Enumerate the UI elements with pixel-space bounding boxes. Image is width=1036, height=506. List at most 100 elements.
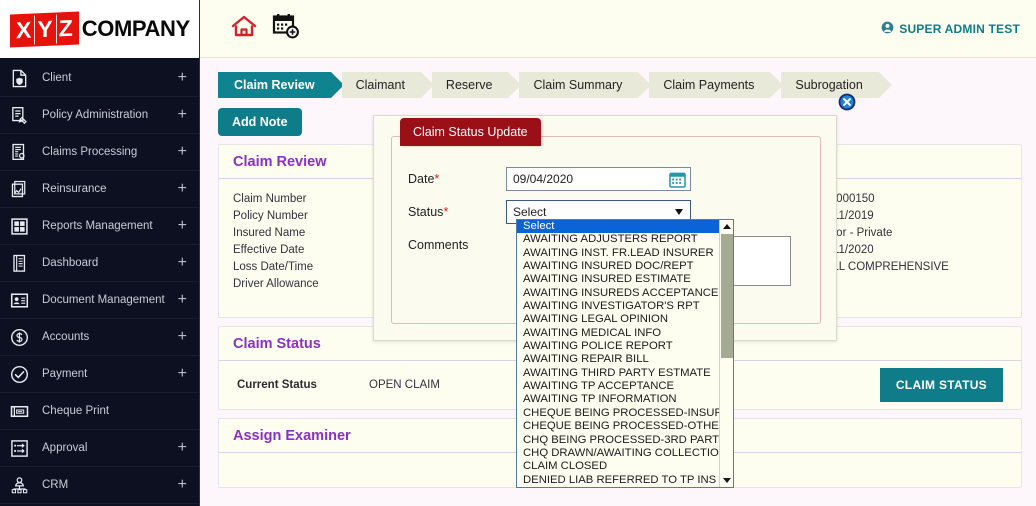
date-label: Date* [408, 172, 506, 186]
user-circle-icon [881, 21, 894, 37]
status-option[interactable]: AWAITING INVESTIGATOR'S RPT [517, 300, 721, 313]
sidebar-item-expand-icon[interactable]: + [178, 477, 187, 493]
crm-person-icon [8, 474, 30, 496]
modal-legend-title: Claim Status Update [400, 118, 541, 146]
sidebar-item-label: Cheque Print [42, 405, 110, 417]
scroll-down-arrow-icon[interactable] [720, 474, 733, 487]
sidebar-item-document-management[interactable]: Document Management + [0, 282, 199, 319]
status-option[interactable]: DENIED LIAB REFERRED TO TP INS [517, 474, 721, 487]
sidebar-item-label: Reinsurance [42, 183, 107, 195]
sidebar-item-expand-icon[interactable]: + [178, 366, 187, 382]
status-option[interactable]: AWAITING INSURED DOC/REPT [517, 260, 721, 273]
date-input[interactable] [507, 168, 659, 190]
status-option[interactable]: CHEQUE BEING PROCESSED-INSURED [517, 407, 733, 420]
status-option[interactable]: AWAITING THIRD PARTY ESTMATE [517, 367, 721, 380]
sidebar-item-expand-icon[interactable]: + [178, 292, 187, 308]
tab-claim-review[interactable]: Claim Review [218, 72, 344, 98]
status-option[interactable]: AWAITING INSUREDS ACCEPTANCE [517, 287, 721, 300]
user-account-menu[interactable]: SUPER ADMIN TEST [881, 21, 1020, 37]
sidebar-item-expand-icon[interactable]: + [178, 107, 187, 123]
status-option[interactable]: CHQ BEING PROCESSED-3RD PARTY [517, 434, 727, 447]
claim-review-value: 100000150 [817, 193, 875, 205]
sidebar-item-expand-icon[interactable]: + [178, 144, 187, 160]
sidebar-item-claims-processing[interactable]: Claims Processing + [0, 134, 199, 171]
chevron-down-icon [675, 209, 683, 215]
status-option[interactable]: CHQ DRAWN/AWAITING COLLECTION [517, 447, 727, 460]
check-circle-icon [8, 363, 30, 385]
status-option[interactable]: CLAIM CLOSED [517, 460, 721, 473]
top-header: SUPER ADMIN TEST [200, 0, 1036, 58]
scroll-up-arrow-icon[interactable] [720, 220, 733, 233]
sidebar-nav: Client + Policy Administration + Claims Proc… [0, 58, 199, 504]
sidebar-item-reports-management[interactable]: Reports Management + [0, 208, 199, 245]
claim-review-value: 13/11/2019 [817, 210, 874, 222]
status-option[interactable]: AWAITING TP ACCEPTANCE [517, 380, 721, 393]
tab-subrogation[interactable]: Subrogation [781, 72, 893, 98]
status-option[interactable]: Select [517, 220, 721, 234]
sidebar-item-expand-icon[interactable]: + [178, 181, 187, 197]
status-dropdown-list[interactable]: Select AWAITING ADJUSTERS REPORT AWAITING … [516, 219, 734, 488]
brand-logo[interactable]: X Y Z COMPANY [0, 0, 199, 58]
logo-company-text: COMPANY [81, 16, 190, 41]
sidebar-item-client[interactable]: Client + [0, 60, 199, 97]
user-name-label: SUPER ADMIN TEST [899, 21, 1020, 36]
sidebar-item-payment[interactable]: Payment + [0, 356, 199, 393]
status-dropdown-scrollbar[interactable] [719, 220, 733, 487]
status-option[interactable]: AWAITING INST. FR.LEAD INSURER [517, 247, 721, 260]
status-option[interactable]: CHEQUE BEING PROCESSED-OTHER [517, 420, 727, 433]
date-label-text: Date [408, 172, 435, 186]
tab-label: Subrogation [795, 78, 863, 92]
status-option[interactable]: AWAITING INSURED ESTIMATE [517, 273, 721, 286]
sidebar-item-label: Dashboard [42, 257, 99, 269]
sidebar-item-expand-icon[interactable]: + [178, 440, 187, 456]
add-note-button[interactable]: Add Note [218, 108, 302, 136]
sidebar-item-expand-icon[interactable]: + [178, 255, 187, 271]
status-option[interactable]: AWAITING ADJUSTERS REPORT [517, 233, 721, 246]
date-required-asterisk: * [434, 172, 440, 186]
status-option[interactable]: AWAITING REPAIR BILL [517, 353, 721, 366]
sidebar-item-expand-icon[interactable]: + [178, 218, 187, 234]
tab-claimant[interactable]: Claimant [341, 72, 435, 98]
claim-status-button[interactable]: CLAIM STATUS [879, 368, 1003, 402]
sidebar-item-label: Payment [42, 368, 88, 380]
sidebar-item-label: Policy Administration [42, 109, 149, 121]
status-option[interactable]: AWAITING MEDICAL INFO [517, 327, 721, 340]
date-form-row: Date* [392, 167, 820, 191]
sidebar-item-dashboard[interactable]: Dashboard + [0, 245, 199, 282]
tab-claim-summary[interactable]: Claim Summary [519, 72, 652, 98]
sidebar-item-expand-icon[interactable]: + [178, 70, 187, 86]
tab-label: Claimant [355, 78, 405, 92]
calendar-icon[interactable] [669, 171, 686, 193]
claim-review-value: Motor - Private [817, 227, 893, 239]
sidebar-item-cheque-print[interactable]: Cheque Print [0, 393, 199, 430]
home-icon[interactable] [230, 13, 258, 44]
scrollbar-thumb[interactable] [721, 234, 733, 358]
header-icon-group [230, 12, 300, 45]
cheque-print-icon [8, 400, 30, 422]
claim-review-value: FULL COMPREHENSIVE [817, 261, 949, 273]
status-label: Status* [408, 205, 506, 219]
close-circle-icon[interactable] [838, 93, 856, 111]
status-option[interactable]: AWAITING TP INFORMATION [517, 393, 721, 406]
sidebar: X Y Z COMPANY Client + Policy Administrati… [0, 0, 200, 506]
sidebar-item-label: Reports Management [42, 220, 153, 232]
tab-reserve[interactable]: Reserve [431, 72, 521, 98]
tab-label: Claim Payments [663, 78, 755, 92]
approval-sliders-icon [8, 437, 30, 459]
sidebar-item-crm[interactable]: CRM + [0, 467, 199, 504]
comments-label: Comments [408, 238, 469, 252]
sidebar-item-expand-icon[interactable]: + [178, 329, 187, 345]
sidebar-item-label: CRM [42, 479, 69, 491]
sidebar-item-policy-administration[interactable]: Policy Administration + [0, 97, 199, 134]
sidebar-item-accounts[interactable]: Accounts + [0, 319, 199, 356]
date-input-wrapper [506, 167, 691, 191]
calendar-add-icon[interactable] [272, 12, 300, 45]
logo-xyz-mark: X Y Z [10, 10, 79, 48]
status-dropdown-options: Select AWAITING ADJUSTERS REPORT AWAITING … [517, 220, 733, 487]
sidebar-item-approval[interactable]: Approval + [0, 430, 199, 467]
sidebar-item-reinsurance[interactable]: Reinsurance + [0, 171, 199, 208]
status-option[interactable]: AWAITING LEGAL OPINION [517, 313, 721, 326]
tab-claim-payments[interactable]: Claim Payments [649, 72, 784, 98]
claim-review-value-column: 100000150 13/11/2019 Motor - Private 12/11/… [817, 191, 1007, 293]
status-option[interactable]: AWAITING POLICE REPORT [517, 340, 721, 353]
